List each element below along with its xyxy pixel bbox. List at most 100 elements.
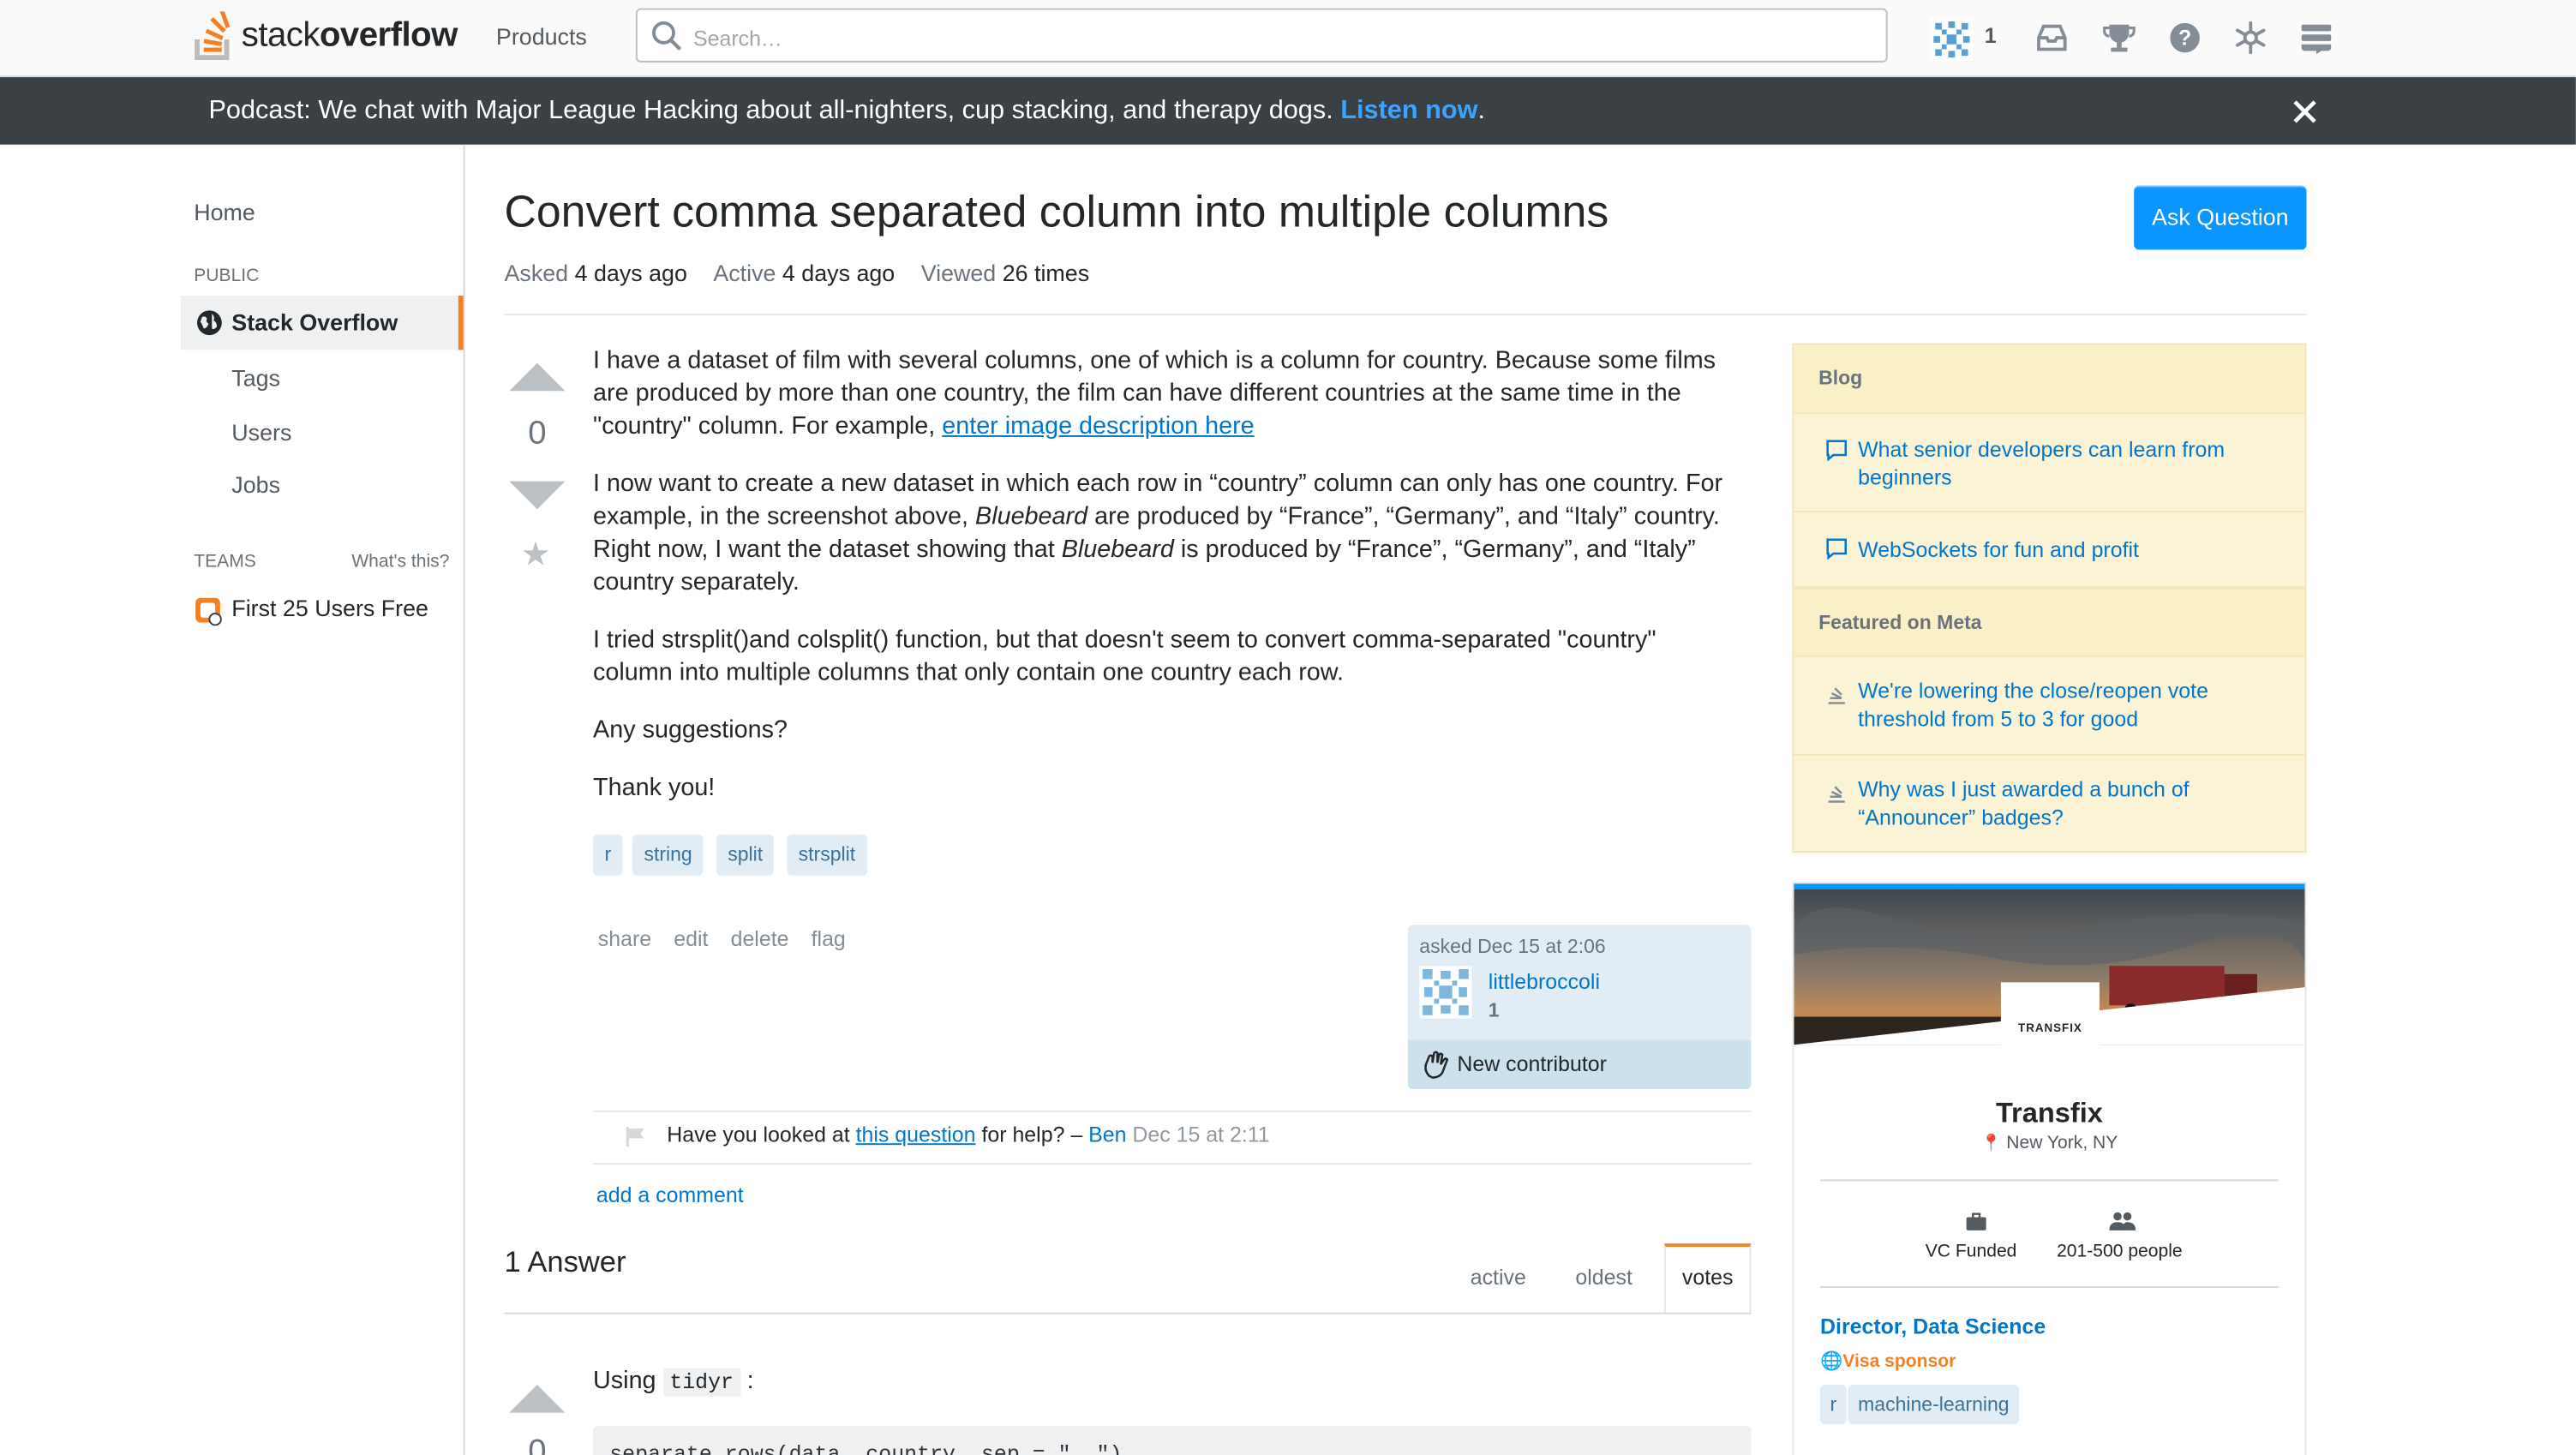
comments-bottom-divider <box>593 1163 1752 1165</box>
tag-split[interactable]: split <box>716 834 775 876</box>
help-icon[interactable]: ? <box>2167 20 2203 56</box>
job-title-link[interactable]: Director, Data Science <box>1820 1314 2046 1339</box>
left-sidebar: Home PUBLIC Stack Overflow Tags Users Jo… <box>0 144 465 1455</box>
blog-link-1[interactable]: What senior developers can learn from be… <box>1858 435 2268 491</box>
company-size: 201-500 people <box>2057 1242 2183 1262</box>
nav-jobs[interactable]: Jobs <box>231 471 280 498</box>
upvote-button[interactable] <box>509 362 566 392</box>
sort-tab-votes[interactable]: votes <box>1663 1243 1752 1313</box>
question-paragraph-3: I tried strsplit()and colsplit() functio… <box>593 626 1656 687</box>
products-menu[interactable]: Products <box>496 23 587 50</box>
tag-strsplit[interactable]: strsplit <box>787 834 867 876</box>
site-switcher-icon[interactable] <box>2232 20 2268 56</box>
tag-string[interactable]: string <box>632 834 704 876</box>
banner-listen-link[interactable]: Listen now <box>1340 97 1477 125</box>
user-avatar[interactable] <box>1930 18 1974 61</box>
meta-item[interactable]: Why was I just awarded a bunch of “Annou… <box>1794 756 2304 851</box>
announcement-banner: Podcast: We chat with Major League Hacki… <box>0 77 2576 145</box>
question-paragraph-5: Thank you! <box>593 773 716 802</box>
answer-vote-count: 0 <box>528 1434 547 1455</box>
meta-link-1[interactable]: We're lowering the close/reopen vote thr… <box>1858 677 2268 733</box>
viewed-value: 26 times <box>1002 259 1090 286</box>
top-bar: stackoverflow Products 1 ? <box>0 0 2576 78</box>
blog-heading: Blog <box>1794 344 2305 415</box>
nav-public-heading: PUBLIC <box>194 266 260 286</box>
briefcase-icon <box>1966 1212 1986 1230</box>
company-location: 📍 New York, NY <box>1980 1133 2118 1153</box>
active-value: 4 days ago <box>782 259 896 286</box>
favorite-star-icon[interactable]: ★ <box>521 534 550 575</box>
this-question-link[interactable]: this question <box>856 1122 976 1147</box>
meta-item[interactable]: We're lowering the close/reopen vote thr… <box>1794 657 2305 756</box>
question-paragraph-4: Any suggestions? <box>593 716 788 745</box>
nav-stack-overflow[interactable]: Stack Overflow <box>180 296 464 350</box>
company-logo: TRANSFIX <box>2000 982 2100 1055</box>
asked-label: Asked <box>504 259 569 286</box>
nav-whats-this-link[interactable]: What's this? <box>351 552 449 572</box>
new-contributor-label: New contributor <box>1457 1051 1607 1076</box>
add-comment-link[interactable]: add a comment <box>596 1183 744 1207</box>
owner-name-link[interactable]: littlebroccoli <box>1489 969 1600 994</box>
company-name[interactable]: Transfix <box>1794 1098 2304 1130</box>
inbox-icon[interactable] <box>2034 20 2070 56</box>
svg-text:?: ? <box>2178 27 2191 51</box>
question-paragraph-1: I have a dataset of film with several co… <box>593 346 1716 440</box>
edit-link[interactable]: edit <box>674 926 708 951</box>
owner-avatar[interactable] <box>1419 966 1472 1019</box>
ad-divider <box>1820 1286 2279 1288</box>
nav-home[interactable]: Home <box>194 199 255 225</box>
question-title[interactable]: Convert comma separated column into mult… <box>505 188 1609 238</box>
answer-code-block: separate_rows(data, country, sep = ", ") <box>593 1425 1752 1455</box>
owner-reputation: 1 <box>1488 998 1500 1022</box>
flag-link[interactable]: flag <box>812 926 846 951</box>
question-paragraph-2: I now want to create a new dataset in wh… <box>593 470 1723 596</box>
comments-top-divider <box>593 1110 1752 1112</box>
wave-hand-icon <box>1424 1051 1449 1079</box>
image-description-link[interactable]: enter image description here <box>942 412 1254 440</box>
close-icon[interactable] <box>2290 97 2320 127</box>
banner-period: . <box>1477 97 1485 125</box>
tag-r[interactable]: r <box>593 834 623 876</box>
nav-first-25-users[interactable]: First 25 Users Free <box>231 595 428 621</box>
location-pin-icon: 📍 <box>1980 1135 2002 1153</box>
meta-post-icon <box>1828 687 1845 704</box>
stack-exchange-menu-icon[interactable] <box>2298 20 2334 56</box>
answers-divider <box>504 1312 1752 1314</box>
blog-post-icon <box>1826 538 1847 560</box>
active-label: Active <box>713 259 776 286</box>
search-box[interactable] <box>635 8 1888 63</box>
blog-link-2[interactable]: WebSockets for fun and profit <box>1858 536 2268 564</box>
comment-user-link[interactable]: Ben <box>1088 1122 1126 1147</box>
meta-link-2[interactable]: Why was I just awarded a bunch of “Annou… <box>1858 775 2268 831</box>
sort-tab-active[interactable]: active <box>1471 1265 1526 1290</box>
share-link[interactable]: share <box>598 926 651 951</box>
company-logo-text: TRANSFIX <box>2018 1023 2082 1035</box>
stackoverflow-logo[interactable]: stackoverflow <box>194 10 458 63</box>
downvote-button[interactable] <box>509 481 566 510</box>
blog-item[interactable]: What senior developers can learn from be… <box>1794 414 2305 513</box>
header-divider <box>504 314 2307 316</box>
job-ad[interactable]: TRANSFIX Transfix 📍 New York, NY VC Fund… <box>1792 882 2307 1455</box>
stackoverflow-logo-icon <box>195 11 231 60</box>
globe-icon <box>197 310 222 336</box>
delete-link[interactable]: delete <box>731 926 789 951</box>
logo-suffix: overflow <box>319 16 458 55</box>
sort-tab-oldest[interactable]: oldest <box>1575 1265 1632 1290</box>
asked-timestamp: asked Dec 15 at 2:06 <box>1419 934 1606 958</box>
viewed-label: Viewed <box>920 259 997 286</box>
nav-stack-overflow-label: Stack Overflow <box>231 308 398 336</box>
ad-divider <box>1820 1179 2279 1182</box>
flag-icon[interactable] <box>624 1125 647 1148</box>
new-contributor-badge[interactable]: New contributor <box>1407 1039 1752 1089</box>
answer-intro: Using tidyr : <box>593 1366 754 1397</box>
answer-upvote-button[interactable] <box>509 1385 566 1413</box>
nav-users[interactable]: Users <box>231 419 291 446</box>
blog-item[interactable]: WebSockets for fun and profit <box>1794 512 2305 589</box>
people-icon <box>2109 1212 2136 1230</box>
achievements-trophy-icon[interactable] <box>2101 20 2137 56</box>
ad-tag-r[interactable]: r <box>1820 1385 1847 1425</box>
search-input[interactable] <box>690 20 1847 57</box>
ad-tag-machine-learning[interactable]: machine-learning <box>1848 1385 2020 1425</box>
ask-question-button[interactable]: Ask Question <box>2134 185 2307 250</box>
nav-tags[interactable]: Tags <box>231 365 280 392</box>
